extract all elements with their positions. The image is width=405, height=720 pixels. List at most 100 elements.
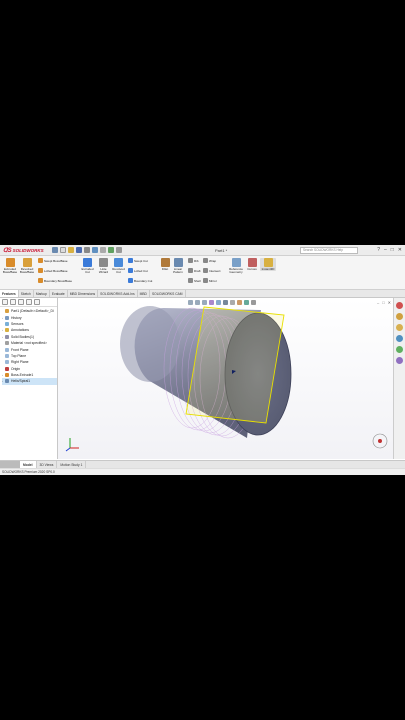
ds-logo-icon: ᗡS [3, 247, 12, 254]
status-bar: SOLIDWORKS Premium 2020 SP0.0 [0, 468, 405, 475]
bottom-tabs: Model 3D Views Motion Study 1 [0, 460, 405, 468]
extruded-cut-button[interactable]: Extruded Cut [80, 258, 95, 274]
view-palette-icon[interactable] [396, 335, 403, 342]
reference-geometry-button[interactable]: Reference Geometry [226, 258, 246, 274]
boundary-cut-button[interactable]: Boundary Cut [128, 278, 152, 283]
feature-tree-icon[interactable] [2, 299, 8, 305]
tree-node-label: Front Plane [11, 347, 29, 352]
lofted-cut-icon [128, 268, 133, 273]
property-manager-icon[interactable] [10, 299, 16, 305]
tree-node-label: Right Plane [11, 360, 29, 365]
tab-mbd[interactable]: MBD [138, 290, 150, 297]
model-cylinder[interactable] [58, 298, 393, 459]
select-icon[interactable] [100, 247, 106, 253]
swept-boss-base-button[interactable]: Swept Boss/Base [38, 258, 68, 263]
tab-solidworks-add-ins[interactable]: SOLIDWORKS Add-Ins [98, 290, 138, 297]
tab-solidworks-cam[interactable]: SOLIDWORKS CAM [150, 290, 186, 297]
tree-node-label: Part1 (Default<<Default>_Di [11, 309, 54, 314]
boundary-boss-base-button[interactable]: Boundary Boss/Base [38, 278, 72, 283]
home-icon[interactable] [52, 247, 58, 253]
revolved-cut-button[interactable]: Revolved Cut [111, 258, 126, 274]
print-icon[interactable] [84, 247, 90, 253]
sensor-icon [5, 321, 9, 326]
tree-node-label: History [11, 315, 22, 320]
tab-sketch[interactable]: Sketch [19, 290, 34, 297]
shell-button[interactable]: Shell [188, 278, 201, 283]
appearances-icon[interactable] [396, 346, 403, 353]
extrude-icon [5, 373, 9, 378]
fillet-icon [160, 258, 170, 267]
window-controls: ? – □ ✕ [377, 247, 402, 253]
linear-pattern-button[interactable]: Linear Pattern [171, 258, 185, 274]
boundary-boss-icon [38, 278, 43, 283]
tab-motion-study-1[interactable]: Motion Study 1 [57, 461, 87, 468]
extruded-boss-base-button[interactable]: Extruded Boss/Base [2, 258, 18, 274]
intersect-button[interactable]: Intersect [203, 268, 221, 273]
tab-markup[interactable]: Markup [34, 290, 50, 297]
tree-node-label: Sensors [11, 321, 24, 326]
hole-wizard-button[interactable]: Hole Wizard [96, 258, 111, 274]
tree-node-label: Material <not specified> [11, 341, 47, 346]
rib-button[interactable]: Rib [188, 258, 199, 263]
command-manager-tabs: Features Sketch Markup Evaluate MBD Dime… [0, 290, 405, 298]
tool-label: Boundary Boss/Base [44, 278, 73, 283]
graphics-area[interactable]: – □ ✕ [58, 298, 393, 459]
tool-label: Shell [194, 278, 201, 283]
design-library-icon[interactable] [396, 313, 403, 320]
tab-mbd-dimensions[interactable]: MBD Dimensions [68, 290, 99, 297]
configuration-manager-icon[interactable] [18, 299, 24, 305]
swept-cut-button[interactable]: Swept Cut [128, 258, 148, 263]
quick-access-toolbar [52, 247, 122, 253]
rebuild-icon[interactable] [108, 247, 114, 253]
part-icon [5, 309, 9, 314]
maximize-button[interactable]: □ [391, 247, 394, 253]
linear-pattern-icon [173, 258, 183, 267]
wrap-icon [203, 258, 208, 263]
tool-label: Intersect [209, 268, 221, 273]
tab-features[interactable]: Features [0, 290, 19, 297]
plane-icon [5, 347, 9, 352]
tab-3d-views[interactable]: 3D Views [37, 461, 58, 468]
options-icon[interactable] [116, 247, 122, 253]
plane-icon [5, 353, 9, 358]
help-button[interactable]: ? [377, 247, 380, 253]
tool-label: Mirror [209, 278, 217, 283]
tab-scroll-arrows[interactable] [0, 461, 20, 468]
lofted-cut-button[interactable]: Lofted Cut [128, 268, 148, 273]
view-cube-icon[interactable] [372, 433, 388, 449]
mirror-button[interactable]: Mirror [203, 278, 217, 283]
revolved-boss-base-button[interactable]: Revolved Boss/Base [19, 258, 35, 274]
sketch-plane[interactable] [185, 306, 285, 424]
annotation-icon [5, 328, 9, 333]
tree-node-label: Helix/Spiral1 [11, 379, 31, 384]
tab-model[interactable]: Model [20, 461, 37, 468]
custom-properties-icon[interactable] [396, 357, 403, 364]
reference-geometry-icon [231, 258, 241, 267]
tree-node-label: Top Plane [11, 353, 27, 358]
save-icon[interactable] [76, 247, 82, 253]
tab-evaluate[interactable]: Evaluate [50, 290, 68, 297]
display-manager-icon[interactable] [34, 299, 40, 305]
solidworks-logo[interactable]: ᗡS SOLIDWORKS [3, 247, 44, 254]
file-explorer-icon[interactable] [396, 324, 403, 331]
draft-button[interactable]: Draft [188, 268, 201, 273]
dimxpert-icon[interactable] [26, 299, 32, 305]
undo-icon[interactable] [92, 247, 98, 253]
new-document-icon[interactable] [60, 247, 66, 253]
cylinder-start-cap [120, 306, 180, 382]
curves-button[interactable]: Curves [245, 258, 259, 271]
open-icon[interactable] [68, 247, 74, 253]
tree-node-helix-spiral1[interactable]: › Helix/Spiral1 [2, 378, 57, 385]
wrap-button[interactable]: Wrap [203, 258, 216, 263]
solidworks-resources-icon[interactable] [396, 302, 403, 309]
fillet-button[interactable]: Fillet [159, 258, 171, 271]
tree-node-label: Boss-Extrude1 [11, 373, 34, 378]
mirror-icon [203, 278, 208, 283]
tool-label: Revolved Boss/Base [19, 267, 35, 275]
instant3d-button[interactable]: Instant3D [260, 258, 276, 272]
lofted-boss-base-button[interactable]: Lofted Boss/Base [38, 268, 68, 273]
minimize-button[interactable]: – [384, 247, 387, 253]
close-button[interactable]: ✕ [398, 247, 402, 253]
help-search-input[interactable]: Search SOLIDWORKS Help [300, 247, 358, 254]
revolved-boss-icon [22, 258, 32, 267]
